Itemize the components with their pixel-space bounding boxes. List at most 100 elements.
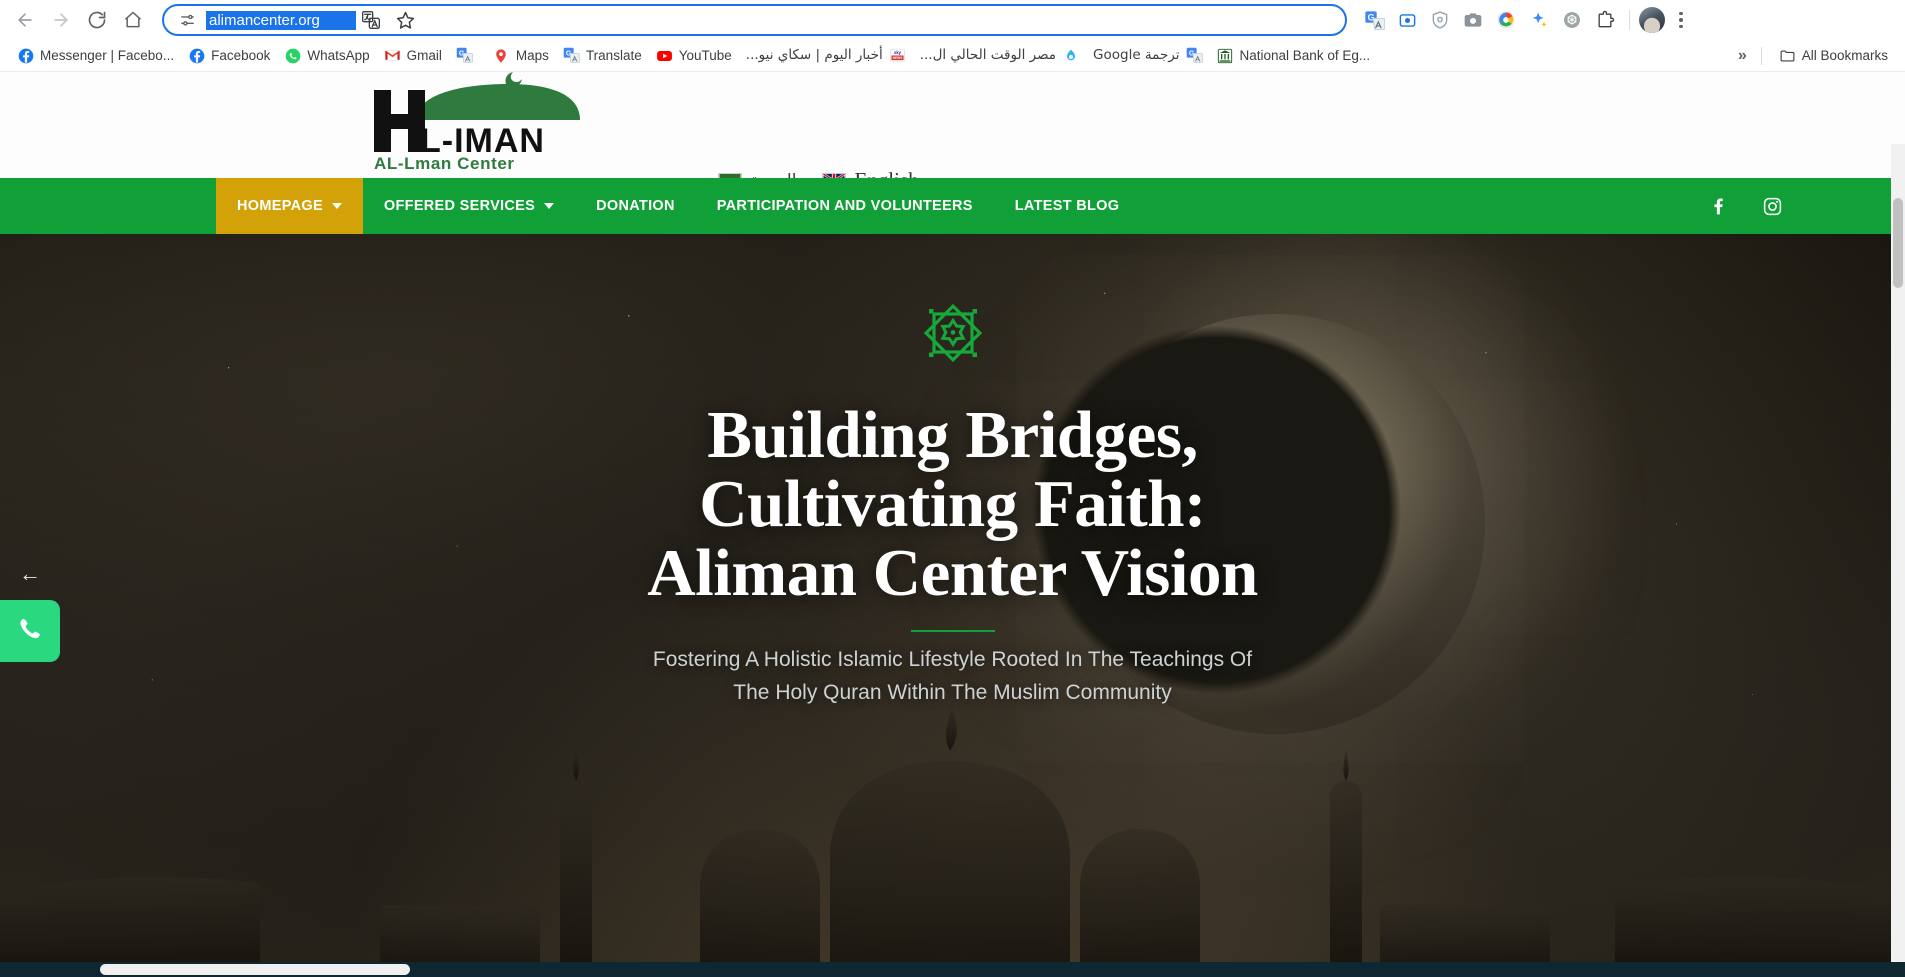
hero-subtitle: Fostering A Holistic Islamic Lifestyle R… (652, 648, 1253, 704)
vertical-scrollbar-thumb[interactable] (1893, 198, 1903, 288)
nav-item-label: HOMEPAGE (237, 198, 323, 214)
url-text[interactable]: alimancenter.org (206, 10, 356, 30)
hero-title-line-2: Cultivating Faith: (699, 467, 1206, 541)
shield-extension-icon[interactable] (1425, 5, 1455, 35)
bookmark-label: مصر الوقت الحالي ال... (919, 46, 1057, 63)
svg-text:sky: sky (894, 50, 902, 55)
browser-toolbar: alimancenter.org G (0, 0, 1905, 40)
nav-item-label: PARTICIPATION AND VOLUNTEERS (716, 198, 973, 214)
instagram-icon[interactable] (1761, 195, 1783, 217)
nav-item-label: OFFERED SERVICES (383, 198, 536, 214)
horizontal-scrollbar[interactable] (0, 962, 1905, 977)
youtube-icon (656, 47, 673, 64)
site-header: L-IMAN AL-Lman Center العربية (0, 72, 1905, 192)
all-bookmarks-label: All Bookmarks (1801, 47, 1888, 63)
hero-divider (910, 630, 995, 632)
color-wheel-extension-icon[interactable] (1491, 5, 1521, 35)
all-bookmarks-button[interactable]: All Bookmarks (1772, 43, 1895, 69)
floating-side-widgets: ← (0, 548, 60, 662)
bookmark-label: أخبار اليوم | سكاي نيو... (745, 46, 883, 63)
bookmark-maps[interactable]: Maps (486, 43, 556, 69)
bookmark-whatsapp[interactable]: WhatsApp (277, 43, 376, 69)
site-info-icon[interactable] (174, 7, 200, 33)
nav-item-offered-services[interactable]: OFFERED SERVICES (363, 178, 575, 234)
nav-item-latest-blog[interactable]: LATEST BLOG (994, 178, 1141, 234)
svg-text:AL-Lman Center: AL-Lman Center (374, 154, 515, 172)
google-translate-icon: G (563, 47, 580, 64)
svg-text:NEWS: NEWS (892, 56, 903, 60)
bookmark-label: WhatsApp (307, 47, 370, 63)
bookmark-label: Facebook (211, 47, 271, 63)
profile-avatar[interactable] (1639, 7, 1665, 33)
bookmark-google-translate-app[interactable]: G (449, 43, 486, 69)
bookmark-national-bank-of-egypt[interactable]: National Bank of Eg... (1210, 43, 1378, 69)
bookmark-messenger[interactable]: Messenger | Facebo... (10, 43, 181, 69)
bookmark-sky-news-arabia[interactable]: sky NEWS أخبار اليوم | سكاي نيو... (739, 43, 913, 69)
hero-title-line-3: Aliman Center Vision (647, 536, 1258, 610)
bookmark-label: Translate (585, 47, 642, 63)
folder-icon (1779, 47, 1796, 64)
camera-extension-icon[interactable] (1458, 5, 1488, 35)
hero-section: Building Bridges, Cultivating Faith: Ali… (0, 234, 1905, 977)
hero-title-line-1: Building Bridges, (707, 398, 1198, 472)
main-navigation: HOMEPAGE OFFERED SERVICES DONATION PARTI… (0, 178, 1905, 234)
bookmark-label: Maps (515, 47, 549, 63)
time-icon (1062, 47, 1079, 64)
reload-icon[interactable] (80, 3, 114, 37)
bookmark-egypt-current-time[interactable]: مصر الوقت الحالي ال... (913, 43, 1086, 69)
back-arrow-icon[interactable] (8, 3, 42, 37)
bookmark-label: ترجمة Google (1093, 46, 1180, 63)
nav-left-spacer (0, 178, 216, 234)
bookmark-gmail[interactable]: Gmail (377, 43, 449, 69)
chevron-down-icon (331, 203, 342, 209)
facebook-icon[interactable] (1707, 195, 1729, 217)
bookmark-facebook[interactable]: Facebook (181, 43, 277, 69)
hero-content: Building Bridges, Cultivating Faith: Ali… (0, 234, 1905, 709)
bookmark-youtube[interactable]: YouTube (649, 43, 739, 69)
toolbar-divider (1629, 10, 1630, 30)
bookmark-google-translate-ar[interactable]: G ترجمة Google (1086, 43, 1210, 69)
hero-title: Building Bridges, Cultivating Faith: Ali… (647, 398, 1258, 610)
bookmarks-bar: Messenger | Facebo... Facebook WhatsApp … (0, 40, 1905, 72)
facebook-icon (17, 47, 34, 64)
bank-icon (1217, 47, 1234, 64)
bookmarks-overflow-icon[interactable]: » (1732, 45, 1751, 67)
chrome-menu-icon[interactable] (1668, 7, 1694, 33)
puzzle-extensions-icon[interactable] (1590, 5, 1620, 35)
sky-news-icon: sky NEWS (889, 47, 906, 64)
nav-item-donation[interactable]: DONATION (575, 178, 696, 234)
openai-extension-icon[interactable] (1557, 5, 1587, 35)
home-icon[interactable] (116, 3, 150, 37)
facebook-icon (188, 47, 205, 64)
site-logo[interactable]: L-IMAN AL-Lman Center (358, 72, 590, 172)
blue-dot-extension-icon[interactable] (1392, 5, 1422, 35)
nav-item-label: DONATION (596, 198, 675, 214)
vertical-scrollbar[interactable] (1891, 144, 1905, 977)
star-icon[interactable] (390, 5, 420, 35)
bookmark-label: Gmail (406, 47, 442, 63)
bookmark-label: Messenger | Facebo... (40, 47, 175, 63)
forward-arrow-icon[interactable] (44, 3, 78, 37)
gemini-sparkle-extension-icon[interactable] (1524, 5, 1554, 35)
browser-extensions-toolbar: G (1355, 5, 1694, 35)
horizontal-scrollbar-thumb[interactable] (100, 964, 410, 975)
whatsapp-call-button[interactable] (0, 600, 60, 662)
chevron-down-icon (544, 203, 555, 209)
collapse-arrow-button[interactable]: ← (0, 548, 60, 600)
whatsapp-icon (284, 47, 301, 64)
bookmarks-divider (1760, 46, 1762, 65)
google-translate-extension-icon[interactable]: G (1359, 5, 1389, 35)
address-bar[interactable]: alimancenter.org (162, 4, 1347, 36)
islamic-star-ornament-icon (920, 300, 986, 371)
maps-pin-icon (493, 47, 510, 64)
bookmark-translate[interactable]: G Translate (556, 43, 649, 69)
nav-item-participation-and-volunteers[interactable]: PARTICIPATION AND VOLUNTEERS (696, 178, 994, 234)
gmail-icon (384, 47, 401, 64)
nav-item-label: LATEST BLOG (1014, 198, 1120, 214)
google-translate-icon: G (1186, 47, 1203, 64)
phone-icon (17, 616, 43, 647)
translate-icon[interactable] (356, 5, 386, 35)
nav-item-homepage[interactable]: HOMEPAGE (216, 178, 363, 234)
bookmark-label: National Bank of Eg... (1239, 47, 1371, 63)
bookmarks-bar-right: » All Bookmarks (1732, 43, 1895, 69)
